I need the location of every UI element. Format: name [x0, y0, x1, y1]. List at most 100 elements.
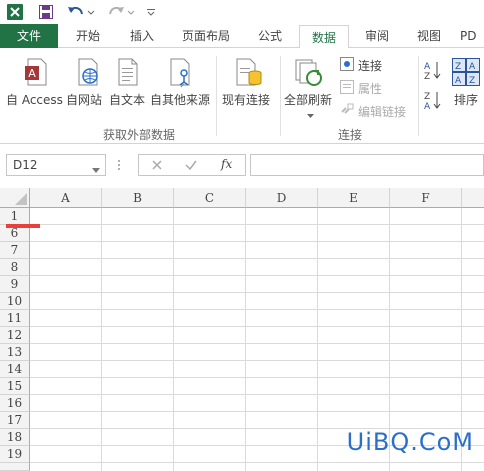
connections-icon [340, 57, 354, 74]
quick-access-toolbar [0, 0, 484, 24]
name-box-value: D12 [13, 158, 38, 172]
refresh-all-button[interactable]: 全部刷新 [284, 56, 336, 118]
column-header-b[interactable]: B [102, 188, 174, 208]
formula-input[interactable] [250, 154, 484, 176]
svg-text:A: A [455, 76, 462, 86]
from-access-button[interactable]: A 自 Access [4, 56, 63, 108]
formula-bar-grip-icon[interactable] [117, 157, 121, 173]
tab-pdf[interactable]: PD [460, 24, 484, 48]
redo-icon[interactable] [106, 3, 136, 21]
sort-za-icon: ZA [424, 90, 442, 113]
from-other-sources-button[interactable]: 自其他来源 [150, 56, 214, 108]
column-header-a[interactable]: A [30, 188, 102, 208]
tab-home[interactable]: 开始 [64, 24, 112, 48]
gridline [317, 208, 318, 471]
from-web-button[interactable]: 自网站 [64, 56, 108, 108]
other-sources-icon [168, 58, 196, 91]
gridline [30, 394, 484, 395]
gridline [30, 377, 484, 378]
ribbon-separator [216, 56, 217, 136]
save-icon[interactable] [36, 3, 56, 21]
select-all-button[interactable] [0, 188, 30, 208]
gridline [30, 462, 484, 463]
row-header[interactable]: 16 [0, 395, 30, 412]
row-header[interactable]: 17 [0, 412, 30, 429]
tab-insert[interactable]: 插入 [118, 24, 166, 48]
gridline [30, 275, 484, 276]
sort-a-to-z-button[interactable]: AZ [424, 60, 442, 83]
column-header-f[interactable]: F [390, 188, 462, 208]
column-header-c[interactable]: C [174, 188, 246, 208]
row-header[interactable]: 8 [0, 259, 30, 276]
column-header-e[interactable]: E [318, 188, 390, 208]
row-header[interactable]: 19 [0, 446, 30, 463]
tab-view[interactable]: 视图 [406, 24, 452, 48]
chevron-down-icon [307, 108, 314, 122]
row-header[interactable]: 10 [0, 293, 30, 310]
sort-z-to-a-button[interactable]: ZA [424, 90, 442, 113]
enter-icon[interactable] [185, 158, 197, 175]
gridline [30, 343, 484, 344]
column-header-partial[interactable] [462, 188, 484, 208]
gridline [30, 224, 484, 225]
row-header[interactable]: 12 [0, 327, 30, 344]
gridline [30, 360, 484, 361]
sort-button[interactable]: ZAAZ 排序 [448, 56, 484, 108]
svg-text:Z: Z [469, 76, 475, 86]
svg-text:A: A [469, 62, 476, 72]
cancel-icon[interactable] [151, 158, 163, 175]
from-other-sources-label: 自其他来源 [150, 93, 211, 107]
row-header[interactable]: 14 [0, 361, 30, 378]
gridline [30, 292, 484, 293]
chevron-down-icon[interactable] [92, 162, 100, 176]
row-header[interactable]: 11 [0, 310, 30, 327]
properties-label: 属性 [358, 82, 383, 96]
gridline [173, 208, 174, 471]
sort-icon: ZAAZ [452, 58, 480, 89]
text-file-icon [116, 58, 140, 89]
from-text-label: 自文本 [109, 93, 146, 107]
row-header[interactable]: 15 [0, 378, 30, 395]
sort-az-icon: AZ [424, 60, 442, 83]
from-text-button[interactable]: 自文本 [107, 56, 149, 108]
row-header[interactable]: 13 [0, 344, 30, 361]
access-db-icon: A [24, 58, 48, 89]
tab-file[interactable]: 文件 [0, 24, 58, 48]
from-access-label: 自 Access [6, 93, 63, 107]
tab-page-layout[interactable]: 页面布局 [172, 24, 240, 48]
excel-logo-icon[interactable] [6, 3, 24, 21]
hidden-rows-marker [6, 224, 40, 228]
gridline [30, 411, 484, 412]
refresh-all-label: 全部刷新 [284, 93, 333, 107]
from-web-label: 自网站 [66, 93, 103, 107]
customize-qat-icon[interactable] [144, 3, 158, 21]
connections-button[interactable]: 连接 [340, 56, 410, 74]
existing-connections-button[interactable]: 现有连接 [222, 56, 274, 108]
column-header-d[interactable]: D [246, 188, 318, 208]
refresh-icon [294, 58, 324, 91]
row-header[interactable]: 1 [0, 208, 30, 225]
row-header-partial[interactable] [0, 463, 30, 471]
row-header[interactable]: 18 [0, 429, 30, 446]
edit-links-icon [340, 103, 354, 120]
properties-button[interactable]: 属性 [340, 79, 410, 97]
name-box[interactable]: D12 [6, 154, 106, 176]
insert-function-button[interactable]: fx [221, 157, 232, 171]
tab-review[interactable]: 审阅 [354, 24, 400, 48]
connections-label: 连接 [358, 59, 383, 73]
gridline [245, 208, 246, 471]
edit-links-button[interactable]: 编辑链接 [340, 102, 414, 120]
row-header[interactable]: 7 [0, 242, 30, 259]
sort-label: 排序 [454, 93, 479, 107]
properties-icon [340, 80, 354, 97]
svg-text:Z: Z [455, 62, 461, 72]
undo-icon[interactable] [66, 3, 96, 21]
tab-data[interactable]: 数据 [299, 25, 349, 49]
ribbon-tabs: 文件 开始 插入 页面布局 公式 数据 审阅 视图 PD [0, 24, 484, 49]
gridline [30, 326, 484, 327]
svg-text:A: A [424, 102, 431, 110]
gridline [30, 309, 484, 310]
tab-formulas[interactable]: 公式 [246, 24, 294, 48]
row-header[interactable]: 9 [0, 276, 30, 293]
formula-controls: fx [138, 154, 246, 176]
